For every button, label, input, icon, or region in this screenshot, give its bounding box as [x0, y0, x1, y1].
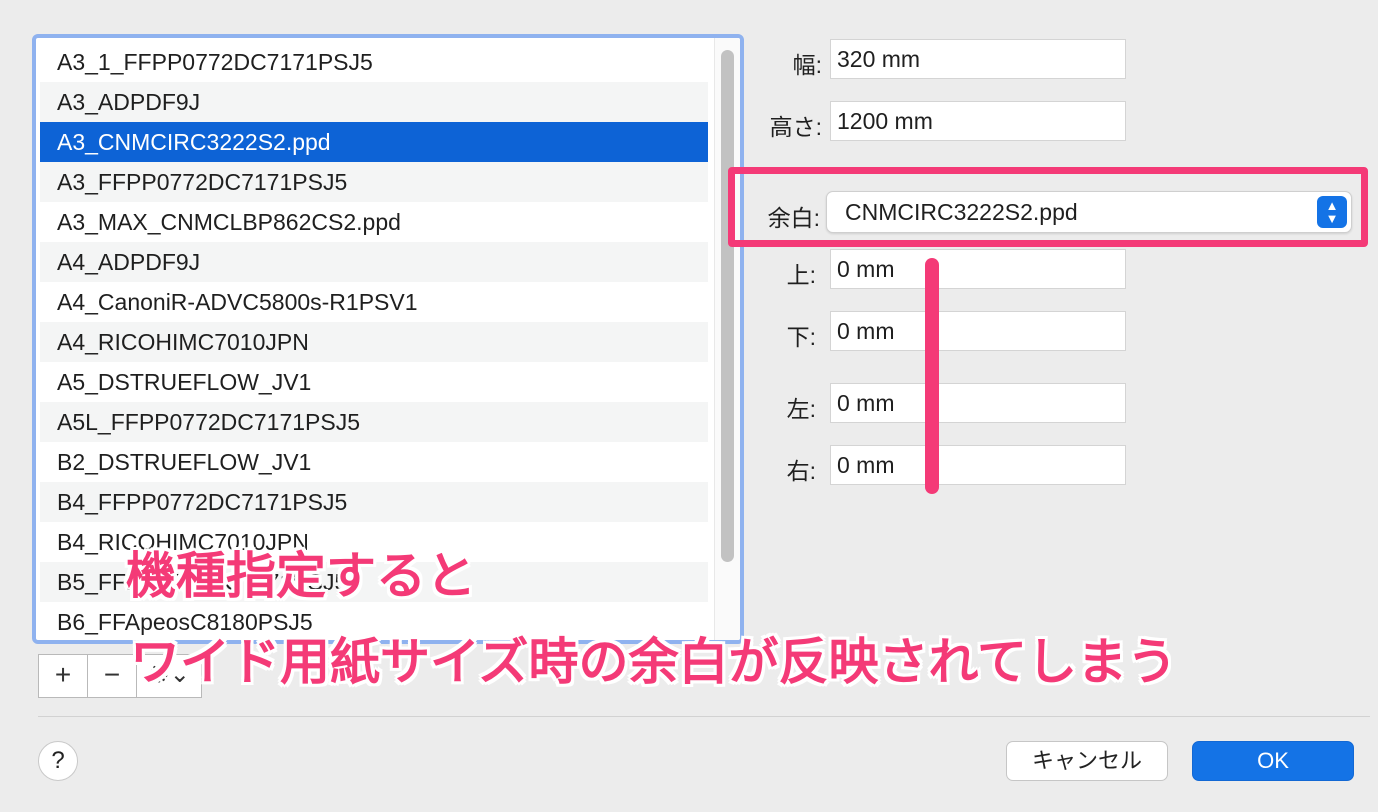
annotation-text-line1: 機種指定すると — [126, 547, 476, 605]
list-item[interactable]: A4_RICOHIMC7010JPN — [40, 322, 708, 362]
list-item[interactable]: A4_CanoniR-ADVC5800s-R1PSV1 — [40, 282, 708, 322]
list-item[interactable]: A4_ADPDF9J — [40, 242, 708, 282]
list-item[interactable]: A5_DSTRUEFLOW_JV1 — [40, 362, 708, 402]
right-margin-field[interactable]: 0 mm — [830, 445, 1126, 485]
scroll-thumb[interactable] — [721, 50, 734, 562]
width-label: 幅: — [792, 52, 822, 78]
height-label: 高さ: — [769, 114, 822, 140]
ok-button[interactable]: OK — [1192, 741, 1354, 781]
annotation-highlight-box — [728, 167, 1368, 247]
bottom-margin-field[interactable]: 0 mm — [830, 311, 1126, 351]
list-scrollbar[interactable] — [714, 38, 740, 640]
right-margin-label: 右: — [786, 458, 816, 484]
list-item[interactable]: B2_DSTRUEFLOW_JV1 — [40, 442, 708, 482]
height-field[interactable]: 1200 mm — [830, 101, 1126, 141]
left-margin-field[interactable]: 0 mm — [830, 383, 1126, 423]
cancel-button[interactable]: キャンセル — [1006, 741, 1168, 781]
list-item[interactable]: A5L_FFPP0772DC7171PSJ5 — [40, 402, 708, 442]
add-button[interactable]: + — [38, 654, 88, 698]
top-margin-label: 上: — [786, 262, 816, 288]
list-item[interactable]: B4_FFPP0772DC7171PSJ5 — [40, 482, 708, 522]
width-field[interactable]: 320 mm — [830, 39, 1126, 79]
list-item[interactable]: A3_ADPDF9J — [40, 82, 708, 122]
list-item[interactable]: A3_1_FFPP0772DC7171PSJ5 — [40, 42, 708, 82]
list-item[interactable]: A3_FFPP0772DC7171PSJ5 — [40, 162, 708, 202]
left-margin-label: 左: — [786, 396, 816, 422]
footer-divider — [38, 716, 1370, 717]
annotation-text-line2: ワイド用紙サイズ時の余白が反映されてしまう — [130, 633, 1177, 691]
list-item[interactable]: A3_MAX_CNMCLBP862CS2.ppd — [40, 202, 708, 242]
help-button[interactable]: ? — [38, 741, 78, 781]
list-item[interactable]: A3_CNMCIRC3222S2.ppd — [40, 122, 708, 162]
top-margin-field[interactable]: 0 mm — [830, 249, 1126, 289]
annotation-line — [925, 258, 939, 494]
bottom-margin-label: 下: — [786, 324, 816, 350]
